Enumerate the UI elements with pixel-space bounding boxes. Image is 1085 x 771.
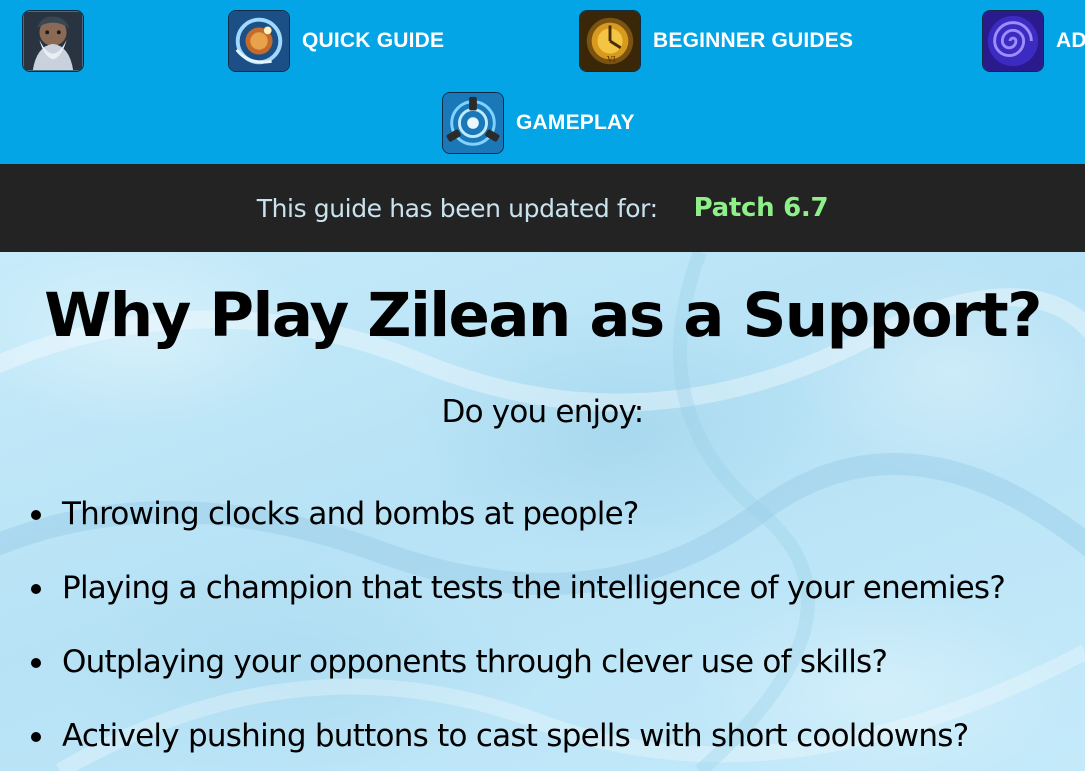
list-item: Throwing clocks and bombs at people? bbox=[28, 492, 1005, 566]
list-item-text: Playing a champion that tests the intell… bbox=[62, 570, 1006, 606]
list-item: Playing a champion that tests the intell… bbox=[28, 566, 1006, 640]
patch-version: Patch 6.7 bbox=[693, 193, 829, 223]
nav-item-gameplay[interactable]: GAMEPLAY bbox=[442, 92, 635, 154]
nav-label-quick-guide: QUICK GUIDE bbox=[302, 29, 445, 52]
svg-text:VI: VI bbox=[606, 54, 616, 63]
list-item: Outplaying your opponents through clever… bbox=[28, 640, 1005, 714]
nav-item-quick-guide[interactable]: QUICK GUIDE bbox=[228, 10, 444, 72]
intro-question: Do you enjoy: bbox=[441, 394, 645, 430]
reasons-list: Throwing clocks and bombs at people? Pla… bbox=[28, 492, 1006, 771]
list-item-text: Actively pushing buttons to cast spells … bbox=[62, 718, 969, 754]
zilean-portrait-icon[interactable] bbox=[22, 10, 84, 72]
time-bomb-icon bbox=[228, 10, 290, 72]
nav-item-beginner-guides[interactable]: VI BEGINNER GUIDES bbox=[579, 10, 853, 72]
nav-label-ad: AD bbox=[1056, 29, 1085, 52]
nav-item-champion[interactable] bbox=[22, 10, 84, 72]
patch-info-bar: This guide has been updated for: Patch 6… bbox=[0, 164, 1085, 252]
nav-label-beginner-guides: BEGINNER GUIDES bbox=[653, 29, 854, 52]
top-navigation: QUICK GUIDE VI BEGINNER GUIDES AD GAMEPL… bbox=[0, 0, 1085, 164]
list-item-text: Throwing clocks and bombs at people? bbox=[62, 496, 639, 532]
list-item-text: Outplaying your opponents through clever… bbox=[62, 644, 888, 680]
list-item: Actively pushing buttons to cast spells … bbox=[28, 714, 1005, 771]
clock-icon: VI bbox=[579, 10, 641, 72]
patch-updated-text: This guide has been updated for: bbox=[256, 193, 658, 223]
spiral-icon bbox=[982, 10, 1044, 72]
bullet-icon bbox=[31, 658, 41, 668]
bullet-icon bbox=[31, 732, 41, 742]
rewind-icon bbox=[442, 92, 504, 154]
bullet-icon bbox=[31, 584, 41, 594]
nav-item-ad[interactable]: AD bbox=[982, 10, 1085, 72]
page-title: Why Play Zilean as a Support? bbox=[44, 280, 1042, 351]
nav-label-gameplay: GAMEPLAY bbox=[516, 111, 635, 134]
guide-content: Why Play Zilean as a Support? Do you enj… bbox=[0, 252, 1085, 771]
bullet-icon bbox=[31, 510, 41, 520]
